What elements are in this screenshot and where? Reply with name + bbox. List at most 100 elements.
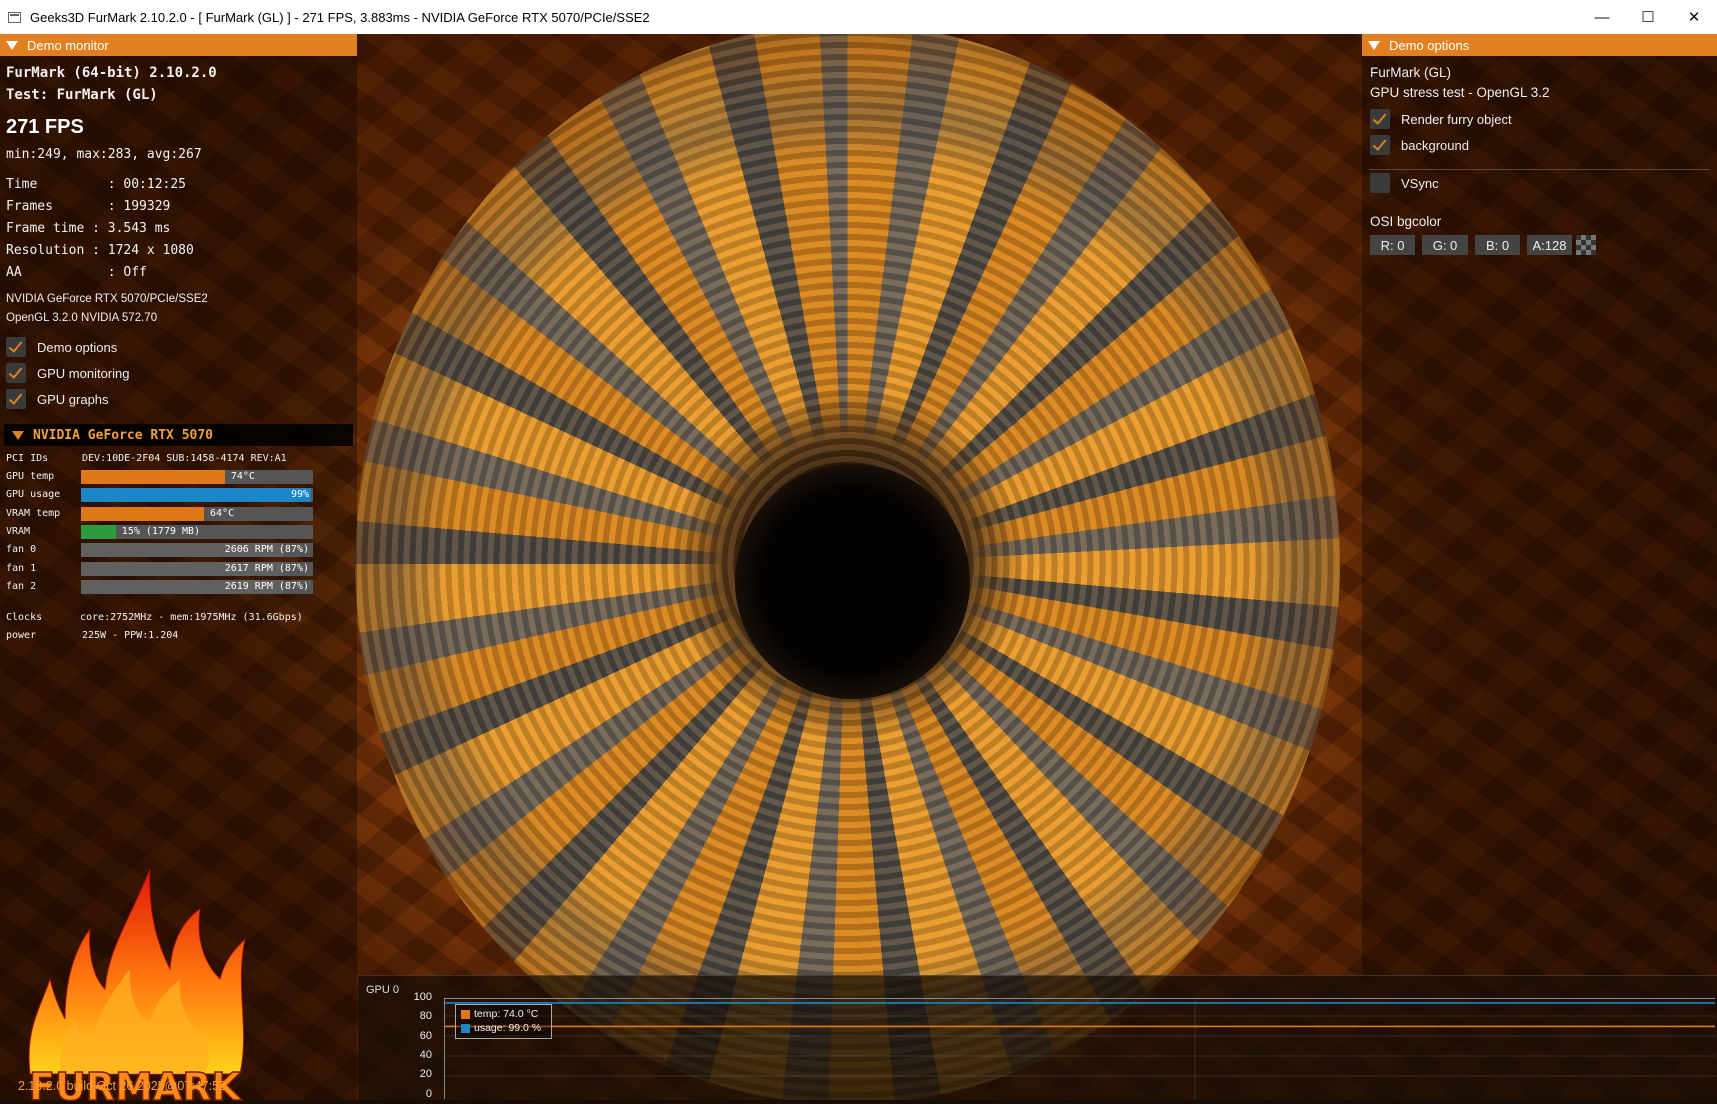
aa-line: AA : Off — [6, 265, 147, 280]
legend-swatch-usage — [461, 1023, 470, 1033]
gpu-row-value: 74°C — [230, 471, 255, 482]
gpu-row-bar-fill — [81, 488, 311, 502]
graph-plot-area — [444, 998, 1715, 1099]
demo-options-title: Demo options — [1389, 37, 1470, 53]
checkbox-checked-icon[interactable] — [6, 363, 26, 383]
legend-label: usage: 99.0 % — [474, 1022, 542, 1034]
gpu-row-bar: 99% — [81, 488, 313, 502]
gpu-row-label: VRAM temp — [6, 508, 61, 519]
checkbox-render-furry-object[interactable]: Render furry object — [1370, 109, 1512, 129]
test-name-line: Test: FurMark (GL) — [6, 87, 158, 103]
close-button[interactable]: ✕ — [1671, 0, 1717, 34]
power-value: 225W - PPW:1.204 — [82, 630, 179, 641]
gpu-row-bar: 2619 RPM (87%) — [81, 580, 313, 594]
clocks-value: core:2752MHz - mem:1975MHz (31.6Gbps) — [80, 612, 303, 623]
checkbox-checked-icon[interactable] — [1370, 135, 1390, 155]
minimize-button[interactable]: — — [1579, 0, 1625, 34]
gpu-graph-panel: GPU 0 100 80 60 40 20 0 temp: 74.0 °C usage: … — [358, 975, 1717, 1101]
gpu-row-bar-fill — [81, 507, 204, 521]
collapse-triangle-icon[interactable] — [12, 430, 24, 440]
graph-title: GPU 0 — [366, 984, 400, 996]
gpu-row-label: fan 0 — [6, 544, 37, 555]
osi-red-field[interactable]: R: 0 — [1370, 235, 1415, 255]
legend-item-usage: usage: 99.0 % — [461, 1022, 541, 1034]
y-tick-label: 40 — [419, 1048, 432, 1061]
gpu-row-bar: 15% (1779 MB) — [81, 525, 313, 539]
time-line: Time : 00:12:25 — [6, 177, 187, 192]
checkbox-checked-icon[interactable] — [6, 337, 26, 357]
gpu-row-value: 99% — [290, 489, 309, 500]
checkbox-label: GPU graphs — [37, 391, 109, 407]
clocks-label: Clocks — [6, 612, 43, 623]
demo-options-header[interactable]: Demo options — [1362, 34, 1717, 56]
gpu-row-label: fan 1 — [6, 563, 37, 574]
osi-alpha-field[interactable]: A:128 — [1527, 235, 1572, 255]
y-tick-label: 100 — [413, 991, 432, 1003]
fps-stats: min:249, max:283, avg:267 — [6, 147, 202, 162]
gpu-section-header[interactable]: NVIDIA GeForce RTX 5070 — [4, 424, 353, 446]
checkbox-demo-options[interactable]: Demo options — [6, 337, 117, 357]
demo-description: GPU stress test - OpenGL 3.2 — [1370, 85, 1550, 100]
demo-name: FurMark (GL) — [1370, 65, 1451, 80]
checkbox-label: background — [1401, 137, 1469, 153]
gl-version-line: OpenGL 3.2.0 NVIDIA 572.70 — [6, 312, 158, 324]
power-label: power — [6, 630, 37, 641]
collapse-triangle-icon[interactable] — [1368, 40, 1380, 50]
frames-line: Frames : 199329 — [6, 199, 171, 214]
gpu-row-value: 2606 RPM (87%) — [224, 544, 309, 555]
gpu-row-bar-fill — [81, 470, 225, 484]
gpu-row-value: 64°C — [209, 508, 235, 519]
gpu-row-value: 15% (1779 MB) — [121, 526, 201, 537]
separator — [1369, 169, 1709, 170]
checkbox-checked-icon[interactable] — [1370, 109, 1390, 129]
collapse-triangle-icon[interactable] — [6, 40, 18, 50]
app-icon — [8, 11, 21, 23]
gpu-row-label: GPU temp — [6, 471, 55, 482]
gpu-row-label: VRAM — [6, 526, 31, 537]
y-tick-label: 60 — [419, 1029, 432, 1042]
checkbox-gpu-graphs[interactable]: GPU graphs — [6, 389, 109, 409]
demo-monitor-panel: Demo monitor FurMark (64-bit) 2.10.2.0 T… — [0, 34, 357, 1104]
furmark-logo: FURMARK — [28, 868, 246, 1104]
y-tick-label: 0 — [425, 1087, 432, 1100]
fps-readout: 271 FPS — [6, 116, 84, 138]
checkbox-label: Demo options — [37, 339, 118, 355]
build-info: 2.10.2.0 build Oct 26 2025@07:47:52 — [18, 1079, 226, 1093]
y-tick-label: 20 — [419, 1068, 432, 1081]
checkbox-label: GPU monitoring — [37, 365, 130, 381]
frame-time-line: Frame time : 3.543 ms — [6, 221, 171, 236]
osi-green-field[interactable]: G: 0 — [1422, 235, 1468, 255]
gpu-row-value: 2617 RPM (87%) — [224, 563, 309, 574]
gpu-row-value: 2619 RPM (87%) — [224, 581, 309, 592]
maximize-button[interactable]: ☐ — [1625, 0, 1671, 34]
checkbox-unchecked-icon[interactable] — [1370, 173, 1390, 193]
checkbox-checked-icon[interactable] — [6, 389, 26, 409]
demo-options-panel: Demo options FurMark (GL) GPU stress tes… — [1362, 34, 1717, 975]
checkbox-gpu-monitoring[interactable]: GPU monitoring — [6, 363, 129, 383]
y-tick-label: 80 — [419, 1010, 432, 1023]
legend-swatch-temp — [461, 1009, 470, 1019]
demo-monitor-header[interactable]: Demo monitor — [0, 34, 357, 56]
checkbox-vsync[interactable]: VSync — [1370, 173, 1439, 193]
pci-ids-value: DEV:10DE-2F04 SUB:1458-4174 REV:A1 — [82, 453, 287, 464]
graph-svg — [445, 999, 1715, 1099]
osi-bgcolor-label: OSI bgcolor — [1370, 214, 1442, 229]
color-preview-swatch[interactable] — [1576, 235, 1596, 255]
legend-item-temp: temp: 74.0 °C — [461, 1008, 538, 1020]
renderer-line: NVIDIA GeForce RTX 5070/PCIe/SSE2 — [6, 293, 208, 305]
gpu-row-bar: 64°C — [81, 507, 313, 521]
gpu-row-bar: 74°C — [81, 470, 313, 484]
checkbox-label: VSync — [1401, 175, 1439, 191]
gpu-row-label: fan 2 — [6, 581, 37, 592]
resolution-line: Resolution : 1724 x 1080 — [6, 243, 194, 258]
app-version-line: FurMark (64-bit) 2.10.2.0 — [6, 65, 217, 81]
window-title: Geeks3D FurMark 2.10.2.0 - [ FurMark (GL… — [30, 9, 650, 25]
legend-label: temp: 74.0 °C — [474, 1008, 539, 1020]
gpu-row-bar: 2617 RPM (87%) — [81, 562, 313, 576]
window-titlebar: Geeks3D FurMark 2.10.2.0 - [ FurMark (GL… — [0, 0, 1717, 35]
gpu-row-bar-fill — [81, 525, 116, 539]
checkbox-background[interactable]: background — [1370, 135, 1469, 155]
demo-monitor-title: Demo monitor — [27, 37, 109, 53]
window-controls: — ☐ ✕ — [1579, 0, 1717, 34]
osi-blue-field[interactable]: B: 0 — [1475, 235, 1520, 255]
